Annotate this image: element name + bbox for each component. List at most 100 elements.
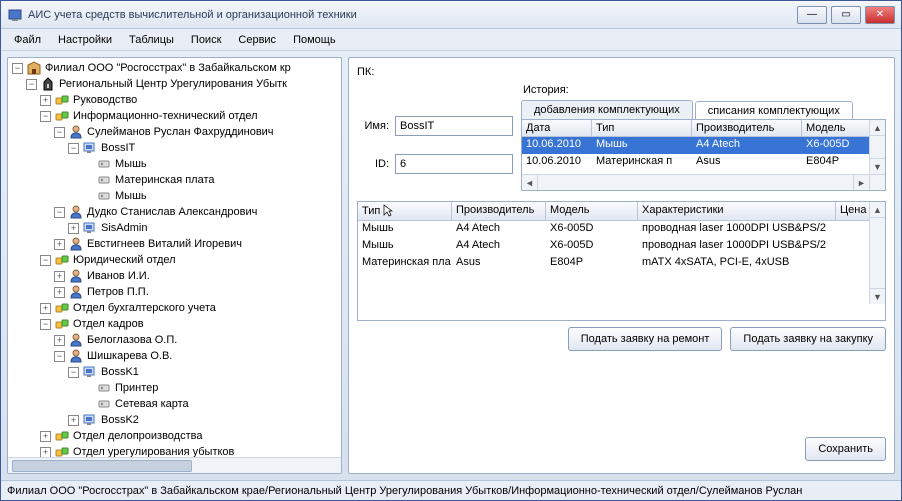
col-header[interactable]: Производитель [452,202,546,220]
history-title: История: [523,84,886,96]
tree-node[interactable]: − BossIT [12,140,341,156]
vscrollbar[interactable]: ▲▼ [869,120,885,174]
tree-node[interactable]: + Отдел урегулирования убытков [12,444,341,457]
tree-node[interactable]: +BossK2 [12,412,341,428]
col-header[interactable]: Дата [522,120,592,136]
tree-node[interactable]: −Отдел кадров [12,316,341,332]
scroll-down-icon[interactable]: ▼ [870,158,885,174]
expand-button[interactable]: − [12,63,23,74]
tree-label: Региональный Центр Урегулирования Убытк [59,78,287,90]
menu-Помощь[interactable]: Помощь [286,32,343,48]
col-header[interactable]: Цена [836,202,870,220]
tree-node[interactable]: +SisAdmin [12,220,341,236]
cell: Мышь [358,221,452,238]
expand-button[interactable]: − [54,351,65,362]
history-tab-1[interactable]: списания комплектующих [695,101,853,120]
tree-node[interactable]: −Филиал ООО "Росгосстрах" в Забайкальско… [12,60,341,76]
expand-button[interactable]: − [40,319,51,330]
hw-icon [96,188,112,204]
tree-node[interactable]: −Сулейманов Руслан Фахруддинович [12,124,341,140]
expand-button[interactable]: − [40,111,51,122]
expand-button[interactable]: + [54,271,65,282]
hscrollbar[interactable]: ◄► [522,174,869,190]
vscrollbar[interactable]: ▲▼ [869,202,885,304]
tree-node[interactable]: +Отдел бухгалтерского учета [12,300,341,316]
history-row[interactable]: 10.06.2010МышьA4 AtechX6-005D [522,137,885,154]
menu-Сервис[interactable]: Сервис [231,32,283,48]
col-header[interactable]: Производитель [692,120,802,136]
expand-button[interactable]: − [26,79,37,90]
history-tab-0[interactable]: добавления комплектующих [521,100,693,119]
menu-Файл[interactable]: Файл [7,32,48,48]
expand-button[interactable]: − [40,255,51,266]
history-row[interactable]: 10.06.2010Материнская пAsusE804P [522,154,885,171]
tree[interactable]: −Филиал ООО "Росгосстрах" в Забайкальско… [8,58,341,457]
expand-button[interactable]: + [54,287,65,298]
folder-icon [54,300,70,316]
expand-button[interactable]: + [54,335,65,346]
name-input[interactable] [395,116,513,136]
tree-node[interactable]: Принтер [12,380,341,396]
tree-label: BossIT [101,142,135,154]
purchase-request-button[interactable]: Подать заявку на закупку [730,327,886,351]
expand-button[interactable]: + [68,415,79,426]
expand-button[interactable]: − [54,207,65,218]
expand-button[interactable]: − [68,367,79,378]
scroll-thumb[interactable] [12,460,192,472]
expand-button[interactable]: + [54,239,65,250]
component-row[interactable]: Материнская плаAsusE804PmATX 4xSATA, PCI… [358,255,885,272]
col-header[interactable]: Модель [802,120,872,136]
menu-Настройки[interactable]: Настройки [51,32,119,48]
repair-request-button[interactable]: Подать заявку на ремонт [568,327,723,351]
tree-node[interactable]: Сетевая карта [12,396,341,412]
scroll-left-icon[interactable]: ◄ [522,175,538,190]
tree-node[interactable]: −BossK1 [12,364,341,380]
scroll-up-icon[interactable]: ▲ [870,202,885,218]
tree-node[interactable]: +Петров П.П. [12,284,341,300]
expand-button[interactable]: − [68,143,79,154]
hw-icon [96,396,112,412]
cell: Мышь [358,238,452,255]
expand-button[interactable]: + [40,303,51,314]
tree-node[interactable]: Мышь [12,188,341,204]
col-header[interactable]: Характеристики [638,202,836,220]
tree-label: Отдел урегулирования убытков [73,446,234,457]
expand-button[interactable]: + [68,223,79,234]
hw-icon [96,156,112,172]
maximize-button[interactable]: ▭ [831,6,861,24]
scroll-up-icon[interactable]: ▲ [870,120,885,136]
menu-Поиск[interactable]: Поиск [184,32,228,48]
expand-button[interactable]: + [40,447,51,458]
id-label: ID: [357,158,389,170]
tree-node[interactable]: +Иванов И.И. [12,268,341,284]
tree-hscrollbar[interactable] [8,457,341,473]
component-row[interactable]: МышьA4 AtechX6-005Dпроводная laser 1000D… [358,221,885,238]
id-input[interactable] [395,154,513,174]
tree-node[interactable]: − Юридический отдел [12,252,341,268]
tree-label: Юридический отдел [73,254,176,266]
component-row[interactable]: МышьA4 AtechX6-005Dпроводная laser 1000D… [358,238,885,255]
tree-node[interactable]: Материнская плата [12,172,341,188]
tree-label: Информационно-технический отдел [73,110,258,122]
tree-node[interactable]: +Евстигнеев Виталий Игоревич [12,236,341,252]
col-header[interactable]: Тип [358,202,452,220]
scroll-right-icon[interactable]: ► [853,175,869,190]
tree-node[interactable]: +Белоглазова О.П. [12,332,341,348]
scroll-down-icon[interactable]: ▼ [870,288,885,304]
expand-button[interactable]: + [40,95,51,106]
tree-node[interactable]: −Дудко Станислав Александрович [12,204,341,220]
tree-node[interactable]: − Информационно-технический отдел [12,108,341,124]
tree-node[interactable]: +Отдел делопроизводства [12,428,341,444]
tree-node[interactable]: −Шишкарева О.В. [12,348,341,364]
menu-Таблицы[interactable]: Таблицы [122,32,181,48]
expand-button[interactable]: − [54,127,65,138]
minimize-button[interactable]: — [797,6,827,24]
tree-node[interactable]: Мышь [12,156,341,172]
col-header[interactable]: Модель [546,202,638,220]
col-header[interactable]: Тип [592,120,692,136]
tree-node[interactable]: +Руководство [12,92,341,108]
close-button[interactable]: ✕ [865,6,895,24]
save-button[interactable]: Сохранить [805,437,886,461]
tree-node[interactable]: − Региональный Центр Урегулирования Убытк [12,76,341,92]
expand-button[interactable]: + [40,431,51,442]
